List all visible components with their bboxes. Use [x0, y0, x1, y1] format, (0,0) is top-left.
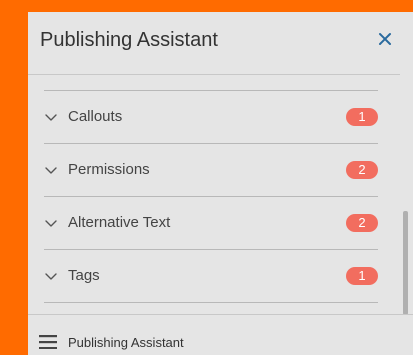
section-label: Permissions	[68, 161, 150, 178]
chevron-down-icon	[45, 273, 57, 280]
publishing-assistant-panel: Publishing Assistant Callouts 1 Permissi…	[28, 12, 413, 355]
count-badge: 1	[346, 108, 378, 126]
section-callouts[interactable]: Callouts 1	[44, 91, 378, 144]
count-badge: 2	[346, 161, 378, 179]
count-badge: 2	[346, 214, 378, 232]
panel-header: Publishing Assistant	[28, 12, 400, 75]
section-label: Callouts	[68, 108, 123, 125]
section-alternative-text[interactable]: Alternative Text 2	[44, 197, 378, 250]
section-tags[interactable]: Tags 1	[44, 250, 378, 303]
chevron-down-icon	[45, 114, 57, 121]
section-label: Tags	[68, 267, 100, 284]
menu-icon	[39, 335, 57, 349]
scrollbar-thumb[interactable]	[403, 211, 408, 315]
footer-label: Publishing Assistant	[68, 335, 184, 350]
sections-list: Callouts 1 Permissions 2 Alternative Tex…	[28, 76, 400, 314]
scrollbar[interactable]	[400, 75, 413, 315]
chevron-down-icon	[45, 167, 57, 174]
chevron-down-icon	[45, 220, 57, 227]
close-button[interactable]	[374, 28, 396, 50]
section-permissions[interactable]: Permissions 2	[44, 144, 378, 197]
panel-title: Publishing Assistant	[40, 29, 218, 51]
count-badge: 1	[346, 267, 378, 285]
section-label: Alternative Text	[68, 214, 171, 231]
panel-footer[interactable]: Publishing Assistant	[28, 314, 413, 355]
close-icon	[379, 33, 391, 45]
